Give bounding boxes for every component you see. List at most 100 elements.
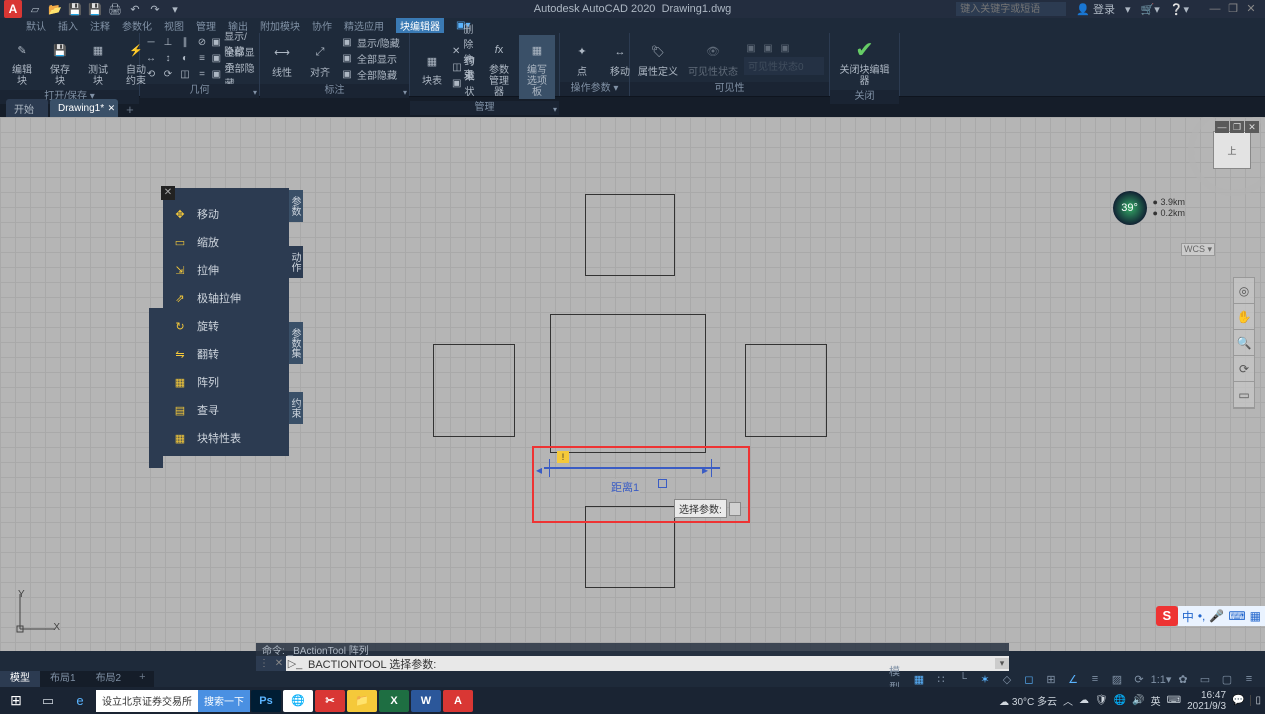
nav-showmotion-icon[interactable]: ▭: [1234, 382, 1254, 408]
action-array[interactable]: ▦阵列: [167, 370, 285, 394]
saveas-icon[interactable]: 💾: [88, 2, 102, 16]
qat-dropdown-icon[interactable]: ▾: [168, 2, 182, 16]
cmd-recent-icon[interactable]: ▾: [995, 658, 1009, 669]
action-polar-stretch[interactable]: ⇗极轴拉伸: [167, 286, 285, 310]
status-lineweight-icon[interactable]: ≡: [1087, 672, 1103, 686]
status-workspace-icon[interactable]: ▭: [1197, 672, 1213, 686]
attribute-def-button[interactable]: 🏷属性定义: [634, 37, 682, 79]
palette-title-strip[interactable]: [149, 308, 163, 468]
taskbar-search[interactable]: 设立北京证券交易所 搜索一下: [96, 690, 250, 712]
dim-show-all[interactable]: ▣全部显示: [340, 51, 400, 66]
app-explorer[interactable]: 📁: [347, 690, 377, 712]
action-flip[interactable]: ⇋翻转: [167, 342, 285, 366]
new-icon[interactable]: ▱: [28, 2, 42, 16]
undo-icon[interactable]: ↶: [128, 2, 142, 16]
status-otrack-icon[interactable]: ∠: [1065, 672, 1081, 686]
action-block-props-table[interactable]: ▦块特性表: [167, 426, 285, 450]
layout-add[interactable]: +: [131, 671, 153, 687]
cart-icon[interactable]: 🛒▾: [1141, 3, 1160, 16]
tray-weather[interactable]: ☁ 30°C 多云: [999, 693, 1057, 708]
status-ortho-icon[interactable]: └: [955, 672, 971, 686]
tray-vol-icon[interactable]: 🔊: [1132, 695, 1144, 706]
tray-net-icon[interactable]: 🌐: [1114, 695, 1126, 706]
block-table-button[interactable]: ▦块表: [414, 46, 450, 88]
panel-dimensional[interactable]: 标注▾: [260, 84, 409, 98]
nav-orbit-icon[interactable]: ⟳: [1234, 356, 1254, 382]
panel-action-params[interactable]: 操作参数 ▾: [560, 82, 629, 96]
param-manager-button[interactable]: fx参数管理器: [481, 35, 517, 99]
tray-notif-icon[interactable]: 💬: [1232, 695, 1244, 706]
drawing-canvas[interactable]: — ❐ ✕ ! ◂ ▸ 距离1 选择参数: ✕ 参数 动作 参数集 约束 ✥移动…: [0, 117, 1265, 651]
app-snip[interactable]: ✂: [315, 690, 345, 712]
tab-collab[interactable]: 协作: [312, 18, 332, 33]
tab-insert[interactable]: 插入: [58, 18, 78, 33]
app-chrome[interactable]: 🌐: [283, 690, 313, 712]
dim-grip[interactable]: [658, 479, 667, 488]
signin-link[interactable]: 👤 登录: [1076, 1, 1115, 17]
new-tab-button[interactable]: +: [120, 102, 140, 117]
tab-featured[interactable]: 精选应用: [344, 18, 384, 33]
task-view-icon[interactable]: ▭: [32, 687, 64, 714]
nav-zoom-icon[interactable]: 🔍: [1234, 330, 1254, 356]
tab-view[interactable]: 视图: [164, 18, 184, 33]
test-block-button[interactable]: ▦测试块: [80, 35, 116, 88]
keyboard-icon[interactable]: ⌨: [1228, 609, 1245, 623]
help-search-input[interactable]: [956, 2, 1066, 16]
tray-kbd-icon[interactable]: ⌨: [1167, 695, 1181, 706]
restore-button[interactable]: ❐: [1225, 3, 1241, 15]
drawing1-tab[interactable]: Drawing1*✕: [50, 99, 118, 117]
palette-tab-params[interactable]: 参数: [289, 190, 303, 222]
block-authoring-palette[interactable]: ✕ 参数 动作 参数集 约束 ✥移动 ▭缩放 ⇲拉伸 ⇗极轴拉伸 ↻旋转 ⇋翻转…: [163, 188, 289, 456]
app-ps[interactable]: Ps: [251, 690, 281, 712]
tab-annotate[interactable]: 注释: [90, 18, 110, 33]
action-scale[interactable]: ▭缩放: [167, 230, 285, 254]
status-osnap-icon[interactable]: ◻: [1021, 672, 1037, 686]
ime-floating-bar[interactable]: S 中•,🎤⌨▦: [1156, 606, 1265, 626]
tray-peek[interactable]: ▯: [1250, 695, 1261, 706]
vp-maximize[interactable]: ❐: [1230, 121, 1244, 133]
layout-1[interactable]: 布局1: [40, 671, 86, 687]
action-stretch[interactable]: ⇲拉伸: [167, 258, 285, 282]
viewcube[interactable]: 上: [1213, 131, 1251, 169]
vp-minimize[interactable]: —: [1215, 121, 1229, 133]
status-3dosnap-icon[interactable]: ⊞: [1043, 672, 1059, 686]
panel-geometric[interactable]: 几何▾: [140, 84, 259, 98]
constraint-status[interactable]: ▣约束状态: [452, 76, 479, 91]
tray-clock[interactable]: 16:472021/9/3: [1187, 690, 1226, 712]
ie-icon[interactable]: e: [64, 687, 96, 714]
status-model[interactable]: 模型: [889, 672, 905, 686]
panel-manage[interactable]: 管理▾: [410, 101, 559, 115]
nav-pan-icon[interactable]: ✋: [1234, 304, 1254, 330]
grid-icon[interactable]: ▦: [1250, 609, 1261, 623]
status-gear-icon[interactable]: ✿: [1175, 672, 1191, 686]
status-clean-icon[interactable]: ▢: [1219, 672, 1235, 686]
open-icon[interactable]: 📂: [48, 2, 62, 16]
action-move[interactable]: ✥移动: [167, 202, 285, 226]
tab-block-editor[interactable]: 块编辑器: [396, 18, 444, 33]
a360-icon[interactable]: ▾: [1125, 3, 1131, 16]
minimize-button[interactable]: —: [1207, 3, 1223, 15]
palette-close-icon[interactable]: ✕: [161, 186, 175, 200]
help-icon[interactable]: ❔▾: [1170, 3, 1189, 16]
redo-icon[interactable]: ↷: [148, 2, 162, 16]
navigation-bar[interactable]: ◎ ✋ 🔍 ⟳ ▭: [1233, 277, 1255, 409]
close-button[interactable]: ✕: [1243, 3, 1259, 15]
vp-close[interactable]: ✕: [1245, 121, 1259, 133]
wcs-label[interactable]: WCS ▾: [1181, 243, 1215, 256]
action-rotate[interactable]: ↻旋转: [167, 314, 285, 338]
app-word[interactable]: W: [411, 690, 441, 712]
app-excel[interactable]: X: [379, 690, 409, 712]
tray-cloud-icon[interactable]: ☁: [1079, 695, 1089, 706]
palette-tab-constraints[interactable]: 约束: [289, 392, 303, 424]
hide-all-button[interactable]: ▣全部隐藏: [211, 67, 255, 82]
tray-shield-icon[interactable]: 🛡: [1095, 695, 1108, 706]
tab-addins[interactable]: 附加模块: [260, 18, 300, 33]
status-customize-icon[interactable]: ≡: [1241, 672, 1257, 686]
tray-up-icon[interactable]: ︿: [1063, 693, 1073, 708]
tray-ime[interactable]: 英: [1151, 693, 1161, 708]
tab-parametric[interactable]: 参数化: [122, 18, 152, 33]
edit-block-button[interactable]: ✎编辑块: [4, 35, 40, 88]
aligned-button[interactable]: ⤢对齐: [302, 38, 338, 80]
status-grid-icon[interactable]: ▦: [911, 672, 927, 686]
dim-show-hide[interactable]: ▣显示/隐藏: [340, 35, 400, 50]
